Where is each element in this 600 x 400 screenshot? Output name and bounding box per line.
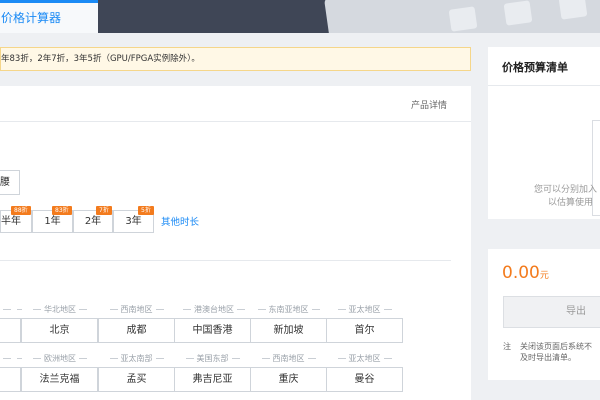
region-group-label: 亚太地区	[326, 304, 403, 316]
duration-label: 1年	[44, 216, 61, 227]
note-text: 及时导出清单。	[520, 353, 576, 362]
region-group-label: 西南地区	[98, 304, 175, 316]
discount-notice: 年83折，2年7折，3年5折（GPU/FPGA实例除外）。	[0, 47, 471, 71]
region-group-label: 美国东部	[174, 353, 251, 365]
option-button-label: 腰	[0, 177, 10, 188]
budget-list-title: 价格预算清单	[502, 61, 568, 74]
discount-notice-text: 年83折，2年7折，3年5折（GPU/FPGA实例除外）。	[1, 54, 200, 64]
budget-list-hint: 您可以分别加入	[534, 185, 598, 195]
section-divider	[0, 260, 451, 261]
discount-badge: 5折	[138, 206, 154, 215]
calculator-key-decoration	[448, 6, 478, 32]
header-banner: 价格计算器	[0, 0, 600, 33]
other-duration-link[interactable]: 其他时长	[161, 214, 199, 228]
budget-list-hint: 以估算使用	[548, 198, 594, 208]
region-option-label: 法兰克福	[39, 374, 80, 385]
region-group-label: 港澳台地区	[174, 304, 254, 316]
region-option-label: 重庆	[278, 374, 299, 385]
region-option-label: 首尔	[354, 325, 375, 336]
region-option-partial[interactable]	[0, 367, 21, 392]
region-group-label-partial	[0, 304, 22, 316]
export-list-button-label: 导出	[566, 306, 586, 317]
discount-badge: 88折	[11, 206, 31, 215]
region-group-label-partial	[0, 353, 22, 365]
budget-total: 0.00元	[502, 263, 549, 283]
budget-list-empty-box	[592, 120, 600, 216]
product-detail-link[interactable]: 产品详情	[411, 98, 447, 111]
region-option-label: 孟买	[126, 374, 147, 385]
region-option-bangkok[interactable]: 曼谷	[326, 367, 403, 392]
duration-label: 3年	[125, 216, 142, 227]
region-group-label: 欧洲地区	[22, 353, 98, 365]
region-group-label: 亚太地区	[326, 353, 403, 365]
region-option-chongqing[interactable]: 重庆	[250, 367, 327, 392]
region-option-mumbai[interactable]: 孟买	[98, 367, 175, 392]
calculator-key-decoration	[503, 0, 533, 26]
region-option-partial[interactable]	[0, 318, 21, 343]
region-option-label: 中国香港	[192, 325, 233, 336]
region-option-hong-kong[interactable]: 中国香港	[174, 318, 251, 343]
duration-label: 2年	[84, 216, 102, 227]
region-group-label: 亚太南部	[98, 353, 175, 365]
region-option-label: 新加坡	[273, 325, 304, 336]
note-label: 注	[503, 342, 511, 351]
region-group-label: 东南亚地区	[250, 304, 327, 316]
budget-list-gap	[488, 219, 600, 249]
region-option-label: 弗吉尼亚	[192, 374, 233, 385]
export-list-button[interactable]: 导出	[503, 296, 600, 328]
region-option-chengdu[interactable]: 成都	[98, 318, 175, 343]
discount-badge: 7折	[96, 206, 112, 215]
region-option-frankfurt[interactable]: 法兰克福	[21, 367, 98, 392]
region-option-singapore[interactable]: 新加坡	[250, 318, 327, 343]
region-option-label: 北京	[49, 325, 70, 336]
config-panel: 产品详情 腰 半年 88折 1年 83折 2年 7折 3年 5折 其他时长 华北…	[0, 86, 471, 400]
config-panel-header: 产品详情	[0, 86, 471, 122]
region-option-seoul[interactable]: 首尔	[326, 318, 403, 343]
note-text: 关闭该页面后系统不	[520, 342, 592, 351]
budget-total-unit: 元	[539, 271, 549, 281]
region-option-label: 成都	[126, 325, 147, 336]
budget-list-divider	[488, 85, 600, 86]
region-option-beijing[interactable]: 北京	[21, 318, 98, 343]
tab-price-calculator-label: 价格计算器	[1, 11, 62, 25]
discount-badge: 83折	[52, 206, 72, 215]
budget-total-value: 0.00	[502, 263, 540, 283]
region-option-label: 曼谷	[354, 374, 375, 385]
option-button-partial[interactable]: 腰	[0, 170, 20, 195]
budget-list-panel: 价格预算清单 您可以分别加入 以估算使用 0.00元 导出 注 关闭该页面后系统…	[488, 47, 600, 380]
region-option-virginia[interactable]: 弗吉尼亚	[174, 367, 251, 392]
duration-label: 半年	[1, 216, 21, 227]
region-group-label: 西南地区	[250, 353, 327, 365]
tab-price-calculator[interactable]: 价格计算器	[0, 0, 98, 33]
region-group-label: 华北地区	[22, 304, 98, 316]
